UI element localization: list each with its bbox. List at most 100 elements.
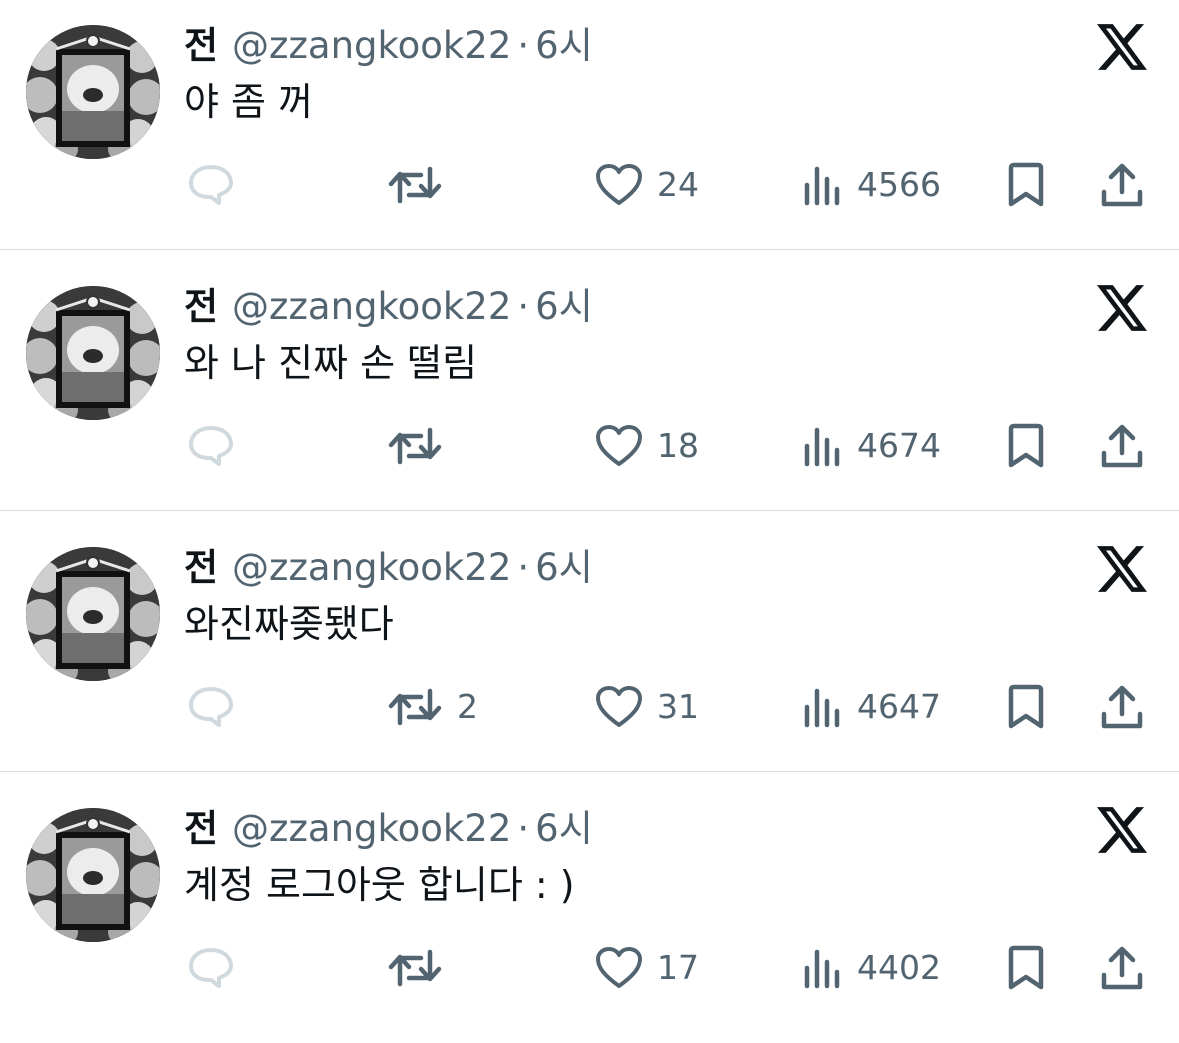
retweet-button[interactable] bbox=[387, 421, 457, 471]
tweet-actions: 2 31 4647 bbox=[0, 682, 1179, 732]
like-count: 24 bbox=[657, 165, 699, 204]
avatar-image bbox=[26, 808, 160, 942]
bookmark-icon bbox=[1008, 684, 1044, 729]
retweet-count: 2 bbox=[457, 687, 478, 726]
share-button[interactable] bbox=[1100, 160, 1144, 210]
views-button[interactable]: 4647 bbox=[803, 682, 941, 732]
reply-button[interactable] bbox=[187, 943, 235, 993]
share-button[interactable] bbox=[1100, 943, 1144, 993]
like-count: 18 bbox=[657, 426, 699, 465]
heart-icon bbox=[596, 425, 642, 466]
timestamp[interactable]: 6시 bbox=[535, 546, 593, 589]
views-icon bbox=[804, 688, 840, 728]
views-button[interactable]: 4566 bbox=[803, 160, 941, 210]
bookmark-button[interactable] bbox=[1006, 160, 1046, 210]
avatar[interactable] bbox=[26, 286, 160, 420]
views-icon bbox=[804, 427, 840, 467]
tweet-text: 와 나 진짜 손 떨림 bbox=[184, 341, 478, 385]
user-handle[interactable]: @zzangkook22 bbox=[232, 546, 511, 589]
avatar-image bbox=[26, 25, 160, 159]
heart-icon bbox=[596, 686, 642, 727]
views-button[interactable]: 4402 bbox=[803, 943, 941, 993]
user-handle[interactable]: @zzangkook22 bbox=[232, 807, 511, 850]
retweet-button[interactable] bbox=[387, 943, 457, 993]
avatar[interactable] bbox=[26, 547, 160, 681]
x-logo-icon bbox=[1097, 24, 1147, 70]
bookmark-icon bbox=[1008, 162, 1044, 207]
separator-dot: · bbox=[517, 24, 530, 67]
like-button[interactable]: 31 bbox=[595, 682, 699, 732]
display-name[interactable]: 전 bbox=[184, 807, 218, 850]
retweet-icon bbox=[388, 166, 442, 204]
like-count: 17 bbox=[657, 948, 699, 987]
tweet-text: 와진짜좆됐다 bbox=[184, 602, 394, 646]
tweet[interactable]: 전 @zzangkook22 · 6시 와진짜좆됐다 2 31 4647 bbox=[0, 522, 1179, 782]
retweet-icon bbox=[388, 427, 442, 465]
reply-icon bbox=[189, 165, 233, 205]
display-name[interactable]: 전 bbox=[184, 285, 218, 328]
retweet-icon bbox=[388, 688, 442, 726]
retweet-button[interactable]: 2 bbox=[387, 682, 478, 732]
avatar-image bbox=[26, 547, 160, 681]
like-count: 31 bbox=[657, 687, 699, 726]
divider bbox=[0, 771, 1179, 772]
avatar[interactable] bbox=[26, 25, 160, 159]
like-button[interactable]: 18 bbox=[595, 421, 699, 471]
user-handle[interactable]: @zzangkook22 bbox=[232, 285, 511, 328]
reply-icon bbox=[189, 426, 233, 466]
tweet-header: 전 @zzangkook22 · 6시 bbox=[184, 283, 593, 331]
retweet-button[interactable] bbox=[387, 160, 457, 210]
views-count: 4674 bbox=[857, 426, 941, 465]
views-count: 4647 bbox=[857, 687, 941, 726]
bookmark-button[interactable] bbox=[1006, 682, 1046, 732]
share-icon bbox=[1101, 163, 1143, 207]
tweet-header: 전 @zzangkook22 · 6시 bbox=[184, 22, 593, 70]
reply-button[interactable] bbox=[187, 421, 235, 471]
timestamp[interactable]: 6시 bbox=[535, 807, 593, 850]
tweet-actions: 24 4566 bbox=[0, 160, 1179, 210]
bookmark-button[interactable] bbox=[1006, 943, 1046, 993]
bookmark-icon bbox=[1008, 423, 1044, 468]
tweet-actions: 18 4674 bbox=[0, 421, 1179, 471]
heart-icon bbox=[596, 164, 642, 205]
tweet[interactable]: 전 @zzangkook22 · 6시 야 좀 꺼 24 4566 bbox=[0, 0, 1179, 260]
tweet-actions: 17 4402 bbox=[0, 943, 1179, 993]
views-button[interactable]: 4674 bbox=[803, 421, 941, 471]
views-icon bbox=[804, 166, 840, 206]
reply-icon bbox=[189, 948, 233, 988]
separator-dot: · bbox=[517, 546, 530, 589]
avatar[interactable] bbox=[26, 808, 160, 942]
retweet-icon bbox=[388, 949, 442, 987]
timestamp[interactable]: 6시 bbox=[535, 285, 593, 328]
tweet[interactable]: 전 @zzangkook22 · 6시 와 나 진짜 손 떨림 18 4674 bbox=[0, 261, 1179, 521]
divider bbox=[0, 249, 1179, 250]
bookmark-icon bbox=[1008, 945, 1044, 990]
share-button[interactable] bbox=[1100, 421, 1144, 471]
user-handle[interactable]: @zzangkook22 bbox=[232, 24, 511, 67]
tweet-header: 전 @zzangkook22 · 6시 bbox=[184, 544, 593, 592]
share-button[interactable] bbox=[1100, 682, 1144, 732]
share-icon bbox=[1101, 946, 1143, 990]
tweet-text: 계정 로그아웃 합니다 : ) bbox=[184, 863, 575, 907]
tweet-header: 전 @zzangkook22 · 6시 bbox=[184, 805, 593, 853]
tweet[interactable]: 전 @zzangkook22 · 6시 계정 로그아웃 합니다 : ) 17 4402 bbox=[0, 783, 1179, 1043]
like-button[interactable]: 17 bbox=[595, 943, 699, 993]
separator-dot: · bbox=[517, 285, 530, 328]
x-logo-icon bbox=[1097, 546, 1147, 592]
avatar-image bbox=[26, 286, 160, 420]
views-count: 4566 bbox=[857, 165, 941, 204]
reply-button[interactable] bbox=[187, 682, 235, 732]
bookmark-button[interactable] bbox=[1006, 421, 1046, 471]
tweet-text: 야 좀 꺼 bbox=[184, 80, 314, 124]
reply-icon bbox=[189, 687, 233, 727]
share-icon bbox=[1101, 424, 1143, 468]
timestamp[interactable]: 6시 bbox=[535, 24, 593, 67]
separator-dot: · bbox=[517, 807, 530, 850]
heart-icon bbox=[596, 947, 642, 988]
views-count: 4402 bbox=[857, 948, 941, 987]
divider bbox=[0, 510, 1179, 511]
display-name[interactable]: 전 bbox=[184, 546, 218, 589]
display-name[interactable]: 전 bbox=[184, 24, 218, 67]
like-button[interactable]: 24 bbox=[595, 160, 699, 210]
reply-button[interactable] bbox=[187, 160, 235, 210]
